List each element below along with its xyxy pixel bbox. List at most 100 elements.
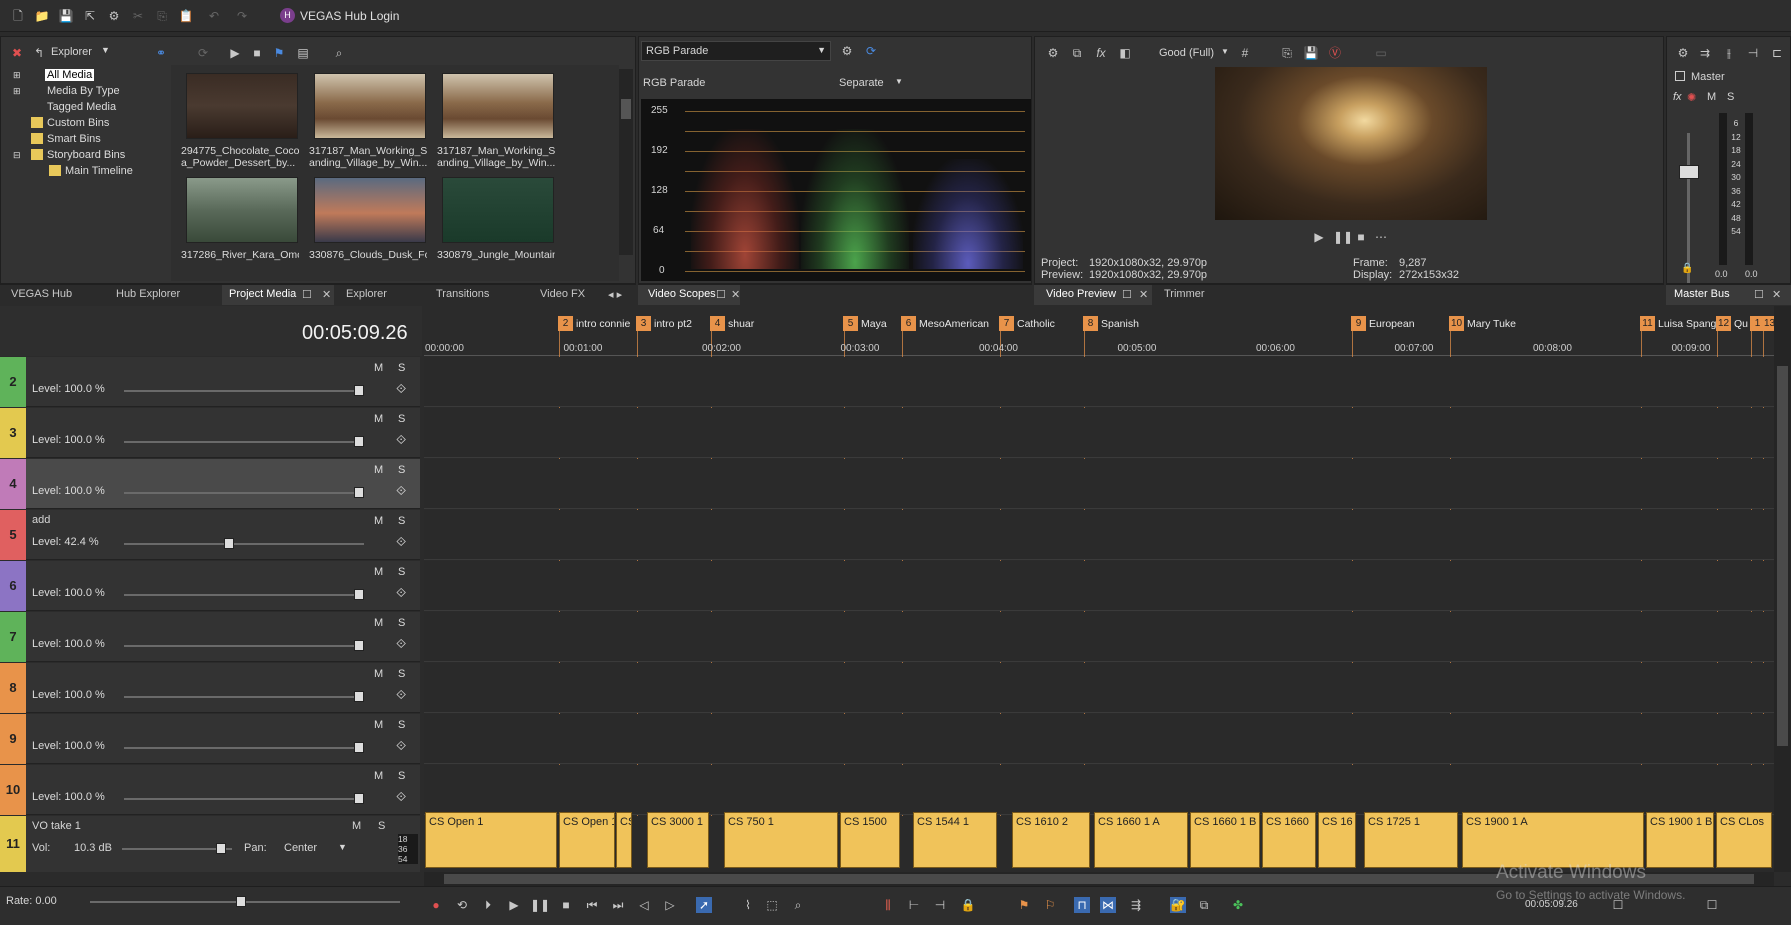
marker-flag[interactable]: 8 xyxy=(1083,316,1098,331)
selection-tool-icon[interactable]: ⬚ xyxy=(764,897,780,913)
audio-clip[interactable]: CS 1610 2 xyxy=(1012,812,1090,868)
level-knob[interactable] xyxy=(354,436,364,447)
track-number[interactable]: 6 xyxy=(0,561,26,611)
chevron-down-icon[interactable]: ▼ xyxy=(1221,47,1229,56)
track-fx-icon[interactable]: ⟐ xyxy=(396,738,406,754)
track-fx-icon[interactable]: ⟐ xyxy=(396,432,406,448)
solo-button[interactable]: S xyxy=(398,515,405,527)
close-icon[interactable]: ✕ xyxy=(322,288,331,301)
ripple-edit-icon[interactable]: ⇶ xyxy=(1128,897,1144,913)
marker-flag[interactable]: 7 xyxy=(999,316,1014,331)
track-number[interactable]: 4 xyxy=(0,459,26,509)
downmix-icon[interactable]: ⇉ xyxy=(1697,45,1713,61)
mute-button[interactable]: M xyxy=(374,719,383,731)
trim-start-icon[interactable]: ⊢ xyxy=(906,897,922,913)
mute-button[interactable]: M xyxy=(352,820,361,832)
tab-video-scopes[interactable]: Video Scopes xyxy=(648,288,716,300)
float-icon[interactable]: ☐ xyxy=(716,288,726,301)
up-folder-icon[interactable]: ↰ xyxy=(31,45,47,61)
track-fx-icon[interactable]: ⟐ xyxy=(396,636,406,652)
media-thumbnail[interactable] xyxy=(442,177,554,243)
mute-button[interactable]: M xyxy=(1707,91,1716,103)
track-fx-icon[interactable]: ⟐ xyxy=(396,789,406,805)
normal-edit-tool-icon[interactable]: ➚ xyxy=(696,897,712,913)
close-icon[interactable]: ✕ xyxy=(1772,288,1781,301)
track-header[interactable]: Level: 100.0 % M S ⟐ xyxy=(26,714,420,764)
views-icon[interactable]: ▤ xyxy=(295,45,311,61)
marker-flag[interactable]: 10 xyxy=(1449,316,1464,331)
insert-bus-icon[interactable]: ⊣ xyxy=(1745,45,1761,61)
track-number[interactable]: 10 xyxy=(0,765,26,815)
float-icon[interactable]: ☐ xyxy=(1754,288,1764,301)
track-lane[interactable] xyxy=(424,357,1774,407)
tree-item-storyboard-bins[interactable]: Storyboard Bins xyxy=(47,149,125,161)
master-fader-track[interactable] xyxy=(1687,133,1690,283)
media-thumbnail[interactable] xyxy=(442,73,554,139)
media-thumbnail[interactable] xyxy=(314,177,426,243)
scope-mode[interactable]: Separate xyxy=(839,77,884,89)
undo-icon[interactable]: ↶ xyxy=(206,8,222,24)
expand-icon[interactable]: ⊞ xyxy=(13,86,21,97)
level-slider[interactable] xyxy=(124,742,364,753)
level-knob[interactable] xyxy=(354,742,364,753)
solo-button[interactable]: S xyxy=(398,413,405,425)
level-knob[interactable] xyxy=(354,793,364,804)
grid-icon[interactable]: # xyxy=(1237,45,1253,61)
loop-icon[interactable]: ⟲ xyxy=(454,897,470,913)
tree-item-all-media[interactable]: All Media xyxy=(45,69,95,81)
tab-vegas-hub[interactable]: VEGAS Hub xyxy=(11,288,72,300)
overlay-icon[interactable]: ▭ xyxy=(1373,45,1389,61)
marker-flag[interactable]: 5 xyxy=(843,316,858,331)
more-icon[interactable]: ⋯ xyxy=(1373,229,1389,245)
tree-item-media-by-type[interactable]: Media By Type xyxy=(47,85,120,97)
ignore-grouping-icon[interactable]: ⧉ xyxy=(1196,897,1212,913)
search-icon[interactable]: ⌕ xyxy=(331,45,347,61)
fx-icon[interactable]: fx xyxy=(1093,45,1109,61)
record-icon[interactable]: ● xyxy=(428,897,444,913)
level-slider[interactable] xyxy=(124,589,364,600)
marker-flag[interactable]: 11 xyxy=(1640,316,1655,331)
save-snapshot-icon[interactable]: 💾 xyxy=(1303,45,1319,61)
tab-video-fx[interactable]: Video FX xyxy=(540,288,585,300)
tree-item-custom-bins[interactable]: Custom Bins xyxy=(47,117,109,129)
track-fx-icon[interactable]: ⟐ xyxy=(396,687,406,703)
mute-button[interactable]: M xyxy=(374,515,383,527)
master-fader-knob[interactable] xyxy=(1679,165,1699,179)
audio-clip[interactable]: CS 1500 xyxy=(840,812,900,868)
audio-track-name[interactable]: VO take 1 xyxy=(32,820,81,832)
scrollbar-thumb[interactable] xyxy=(1777,366,1788,746)
track-number[interactable]: 5 xyxy=(0,510,26,560)
copy-icon[interactable]: ⎘ xyxy=(154,8,170,24)
track-name[interactable]: add xyxy=(32,514,50,526)
expand-icon[interactable]: ⊞ xyxy=(13,70,21,81)
explorer-dropdown[interactable]: Explorer xyxy=(51,46,92,58)
tree-item-smart-bins[interactable]: Smart Bins xyxy=(47,133,101,145)
track-number[interactable]: 11 xyxy=(0,816,26,872)
update-scopes-icon[interactable]: ⟳ xyxy=(863,43,879,59)
prev-frame-icon[interactable]: ◁ xyxy=(636,897,652,913)
vegas-hub-icon[interactable]: H xyxy=(280,8,295,23)
external-monitor-icon[interactable]: ⧉ xyxy=(1069,45,1085,61)
audio-clip[interactable]: CS 1900 1 B xyxy=(1646,812,1714,868)
chevron-down-icon[interactable]: ▼ xyxy=(895,77,903,86)
track-number[interactable]: 2 xyxy=(0,357,26,407)
level-slider[interactable] xyxy=(124,436,364,447)
save-icon[interactable]: 💾 xyxy=(58,8,74,24)
region-icon[interactable]: ⚐ xyxy=(1042,897,1058,913)
audio-clip[interactable]: CS 1725 1 xyxy=(1364,812,1458,868)
mute-button[interactable]: M xyxy=(374,362,383,374)
audio-clip[interactable]: CS xyxy=(616,812,632,868)
trim-end-icon[interactable]: ⊣ xyxy=(932,897,948,913)
float-icon[interactable]: ☐ xyxy=(302,288,312,301)
solo-button[interactable]: S xyxy=(398,566,405,578)
track-number[interactable]: 8 xyxy=(0,663,26,713)
level-slider[interactable] xyxy=(124,793,364,804)
track-header[interactable]: add Level: 42.4 % M S ⟐ xyxy=(26,510,420,560)
track-header[interactable]: Level: 100.0 % M S ⟐ xyxy=(26,612,420,662)
track-header[interactable]: Level: 100.0 % M S ⟐ xyxy=(26,765,420,815)
tab-hub-explorer[interactable]: Hub Explorer xyxy=(116,288,180,300)
audio-clip[interactable]: CS 1660 1 B xyxy=(1190,812,1260,868)
track-header[interactable]: Level: 100.0 % M S ⟐ xyxy=(26,561,420,611)
tab-trimmer[interactable]: Trimmer xyxy=(1164,288,1205,300)
play-icon[interactable]: ▶ xyxy=(1311,229,1327,245)
